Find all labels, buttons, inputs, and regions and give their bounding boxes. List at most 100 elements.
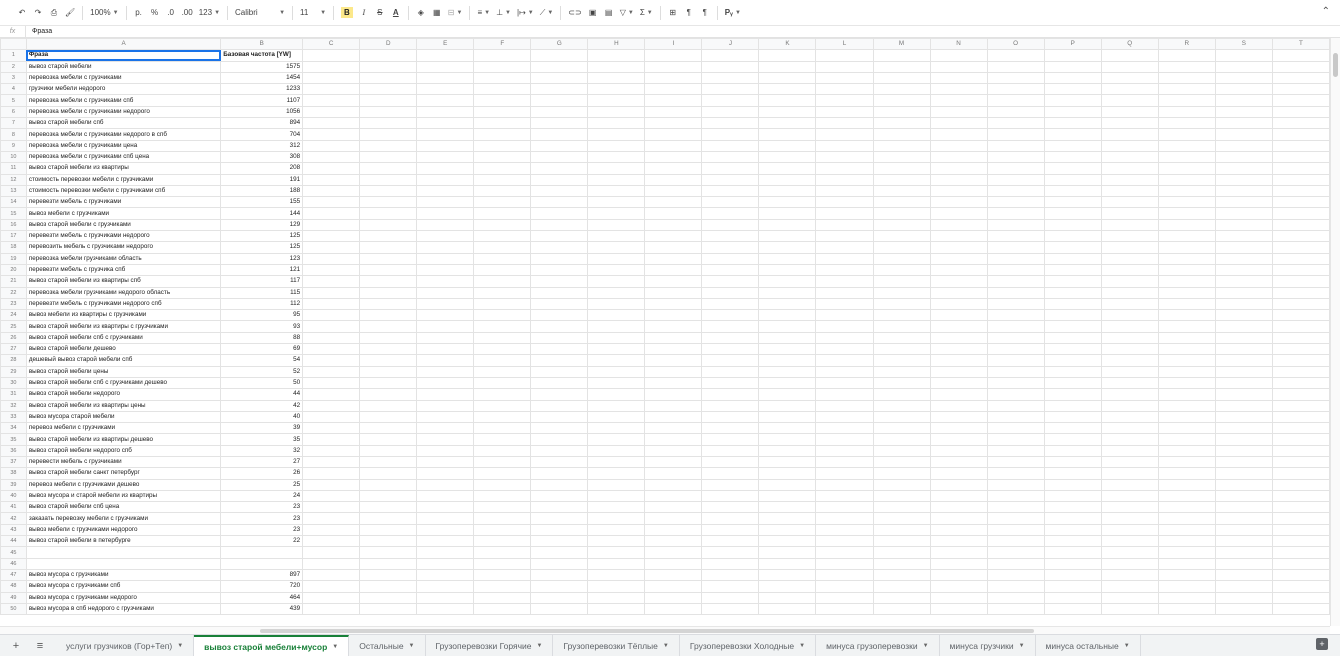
- cell[interactable]: [1271, 83, 1330, 96]
- cell[interactable]: [587, 207, 646, 220]
- cell[interactable]: 1575: [220, 60, 304, 73]
- cell[interactable]: [1043, 580, 1102, 593]
- cell[interactable]: [1214, 343, 1273, 356]
- cell[interactable]: [1271, 218, 1330, 232]
- cell[interactable]: [1157, 546, 1216, 559]
- cell[interactable]: [701, 275, 760, 288]
- cell[interactable]: [644, 207, 703, 220]
- bold-button[interactable]: B: [339, 4, 355, 22]
- cell[interactable]: вывоз старой мебели спб цена: [25, 501, 222, 514]
- cell[interactable]: [1100, 309, 1159, 322]
- row-header[interactable]: 22: [0, 286, 27, 299]
- cell[interactable]: [701, 139, 760, 152]
- cell[interactable]: [587, 365, 646, 378]
- cell[interactable]: [1043, 275, 1102, 288]
- cell[interactable]: [986, 376, 1045, 390]
- cell[interactable]: [530, 602, 589, 616]
- cell[interactable]: [302, 320, 361, 333]
- cell[interactable]: [587, 60, 646, 73]
- more-formats-select[interactable]: 123 ▼: [197, 4, 222, 22]
- row-header[interactable]: 17: [0, 230, 27, 243]
- cell[interactable]: [986, 49, 1045, 62]
- cell[interactable]: Фраза: [25, 49, 222, 62]
- cell[interactable]: [1214, 568, 1273, 582]
- add-sheet-icon[interactable]: +: [8, 635, 24, 656]
- cell[interactable]: [1100, 501, 1159, 514]
- cell[interactable]: вывоз старой мебели спб с грузчиками: [25, 331, 222, 345]
- cell[interactable]: [530, 241, 589, 254]
- row-header[interactable]: 39: [0, 478, 27, 491]
- cell[interactable]: [302, 252, 361, 265]
- cell[interactable]: [758, 83, 817, 96]
- cell[interactable]: [644, 354, 703, 367]
- cell[interactable]: [1214, 218, 1273, 232]
- cell[interactable]: [929, 568, 988, 582]
- cell[interactable]: [302, 128, 361, 141]
- cell[interactable]: [701, 162, 760, 175]
- cell[interactable]: перевезти мебель с грузчика спб: [25, 263, 222, 277]
- cell[interactable]: [416, 49, 475, 62]
- cell[interactable]: [1214, 252, 1273, 265]
- cell[interactable]: 42: [220, 399, 304, 412]
- cell[interactable]: [416, 60, 475, 73]
- ltr-paragraph-icon[interactable]: ¶: [682, 4, 696, 22]
- cell[interactable]: 117: [220, 275, 304, 288]
- sheet-tab[interactable]: услуги грузчиков (Гор+Теп) ▼: [56, 635, 195, 656]
- cell[interactable]: [1214, 173, 1273, 186]
- cell[interactable]: [986, 354, 1045, 367]
- cell[interactable]: вывоз мусора старой мебели: [25, 410, 222, 424]
- cell[interactable]: [587, 568, 646, 582]
- cell[interactable]: [815, 230, 874, 243]
- row-header[interactable]: 7: [0, 117, 27, 130]
- cell[interactable]: перевоз мебели с грузчиками: [25, 422, 222, 435]
- functions-icon[interactable]: Σ ▼: [638, 4, 655, 22]
- cell[interactable]: [1043, 399, 1102, 412]
- cell[interactable]: [1271, 365, 1330, 378]
- cell[interactable]: [1214, 512, 1273, 525]
- cell[interactable]: [587, 218, 646, 232]
- cell[interactable]: [359, 184, 418, 198]
- cell[interactable]: 40: [220, 410, 304, 424]
- cell[interactable]: [416, 263, 475, 277]
- cell[interactable]: [530, 60, 589, 73]
- cell[interactable]: [758, 196, 817, 209]
- cell[interactable]: [416, 71, 475, 85]
- cell[interactable]: 25: [220, 478, 304, 491]
- cell[interactable]: [872, 230, 931, 243]
- cell[interactable]: [302, 546, 361, 559]
- cell[interactable]: [416, 535, 475, 548]
- cell[interactable]: [473, 117, 532, 130]
- cell[interactable]: [1157, 591, 1216, 604]
- cell[interactable]: [359, 410, 418, 424]
- cell[interactable]: [302, 297, 361, 311]
- row-header[interactable]: 8: [0, 128, 27, 141]
- column-header[interactable]: P: [1043, 38, 1102, 51]
- cell[interactable]: [1214, 376, 1273, 390]
- cell[interactable]: [872, 263, 931, 277]
- cell[interactable]: [815, 546, 874, 559]
- cell[interactable]: [1100, 478, 1159, 491]
- cell[interactable]: 54: [220, 354, 304, 367]
- cell[interactable]: вывоз мусора и старой мебели из квартиры: [25, 489, 222, 503]
- cell[interactable]: [1157, 309, 1216, 322]
- all-sheets-icon[interactable]: ≡: [32, 635, 48, 656]
- cell[interactable]: [1157, 196, 1216, 209]
- cell[interactable]: [359, 105, 418, 119]
- cell[interactable]: [815, 455, 874, 469]
- cell[interactable]: [758, 376, 817, 390]
- cell[interactable]: [929, 591, 988, 604]
- row-header[interactable]: 20: [0, 263, 27, 277]
- cell[interactable]: [416, 150, 475, 164]
- cell[interactable]: [644, 501, 703, 514]
- paint-format-icon[interactable]: 🖌︎: [63, 4, 77, 22]
- cell[interactable]: [473, 275, 532, 288]
- cell[interactable]: [302, 365, 361, 378]
- cell[interactable]: [1157, 523, 1216, 537]
- cell[interactable]: 894: [220, 117, 304, 130]
- cell[interactable]: [416, 580, 475, 593]
- cell[interactable]: [416, 331, 475, 345]
- cell[interactable]: [1100, 557, 1159, 570]
- cell[interactable]: [359, 602, 418, 616]
- cell[interactable]: [872, 591, 931, 604]
- cell[interactable]: [758, 128, 817, 141]
